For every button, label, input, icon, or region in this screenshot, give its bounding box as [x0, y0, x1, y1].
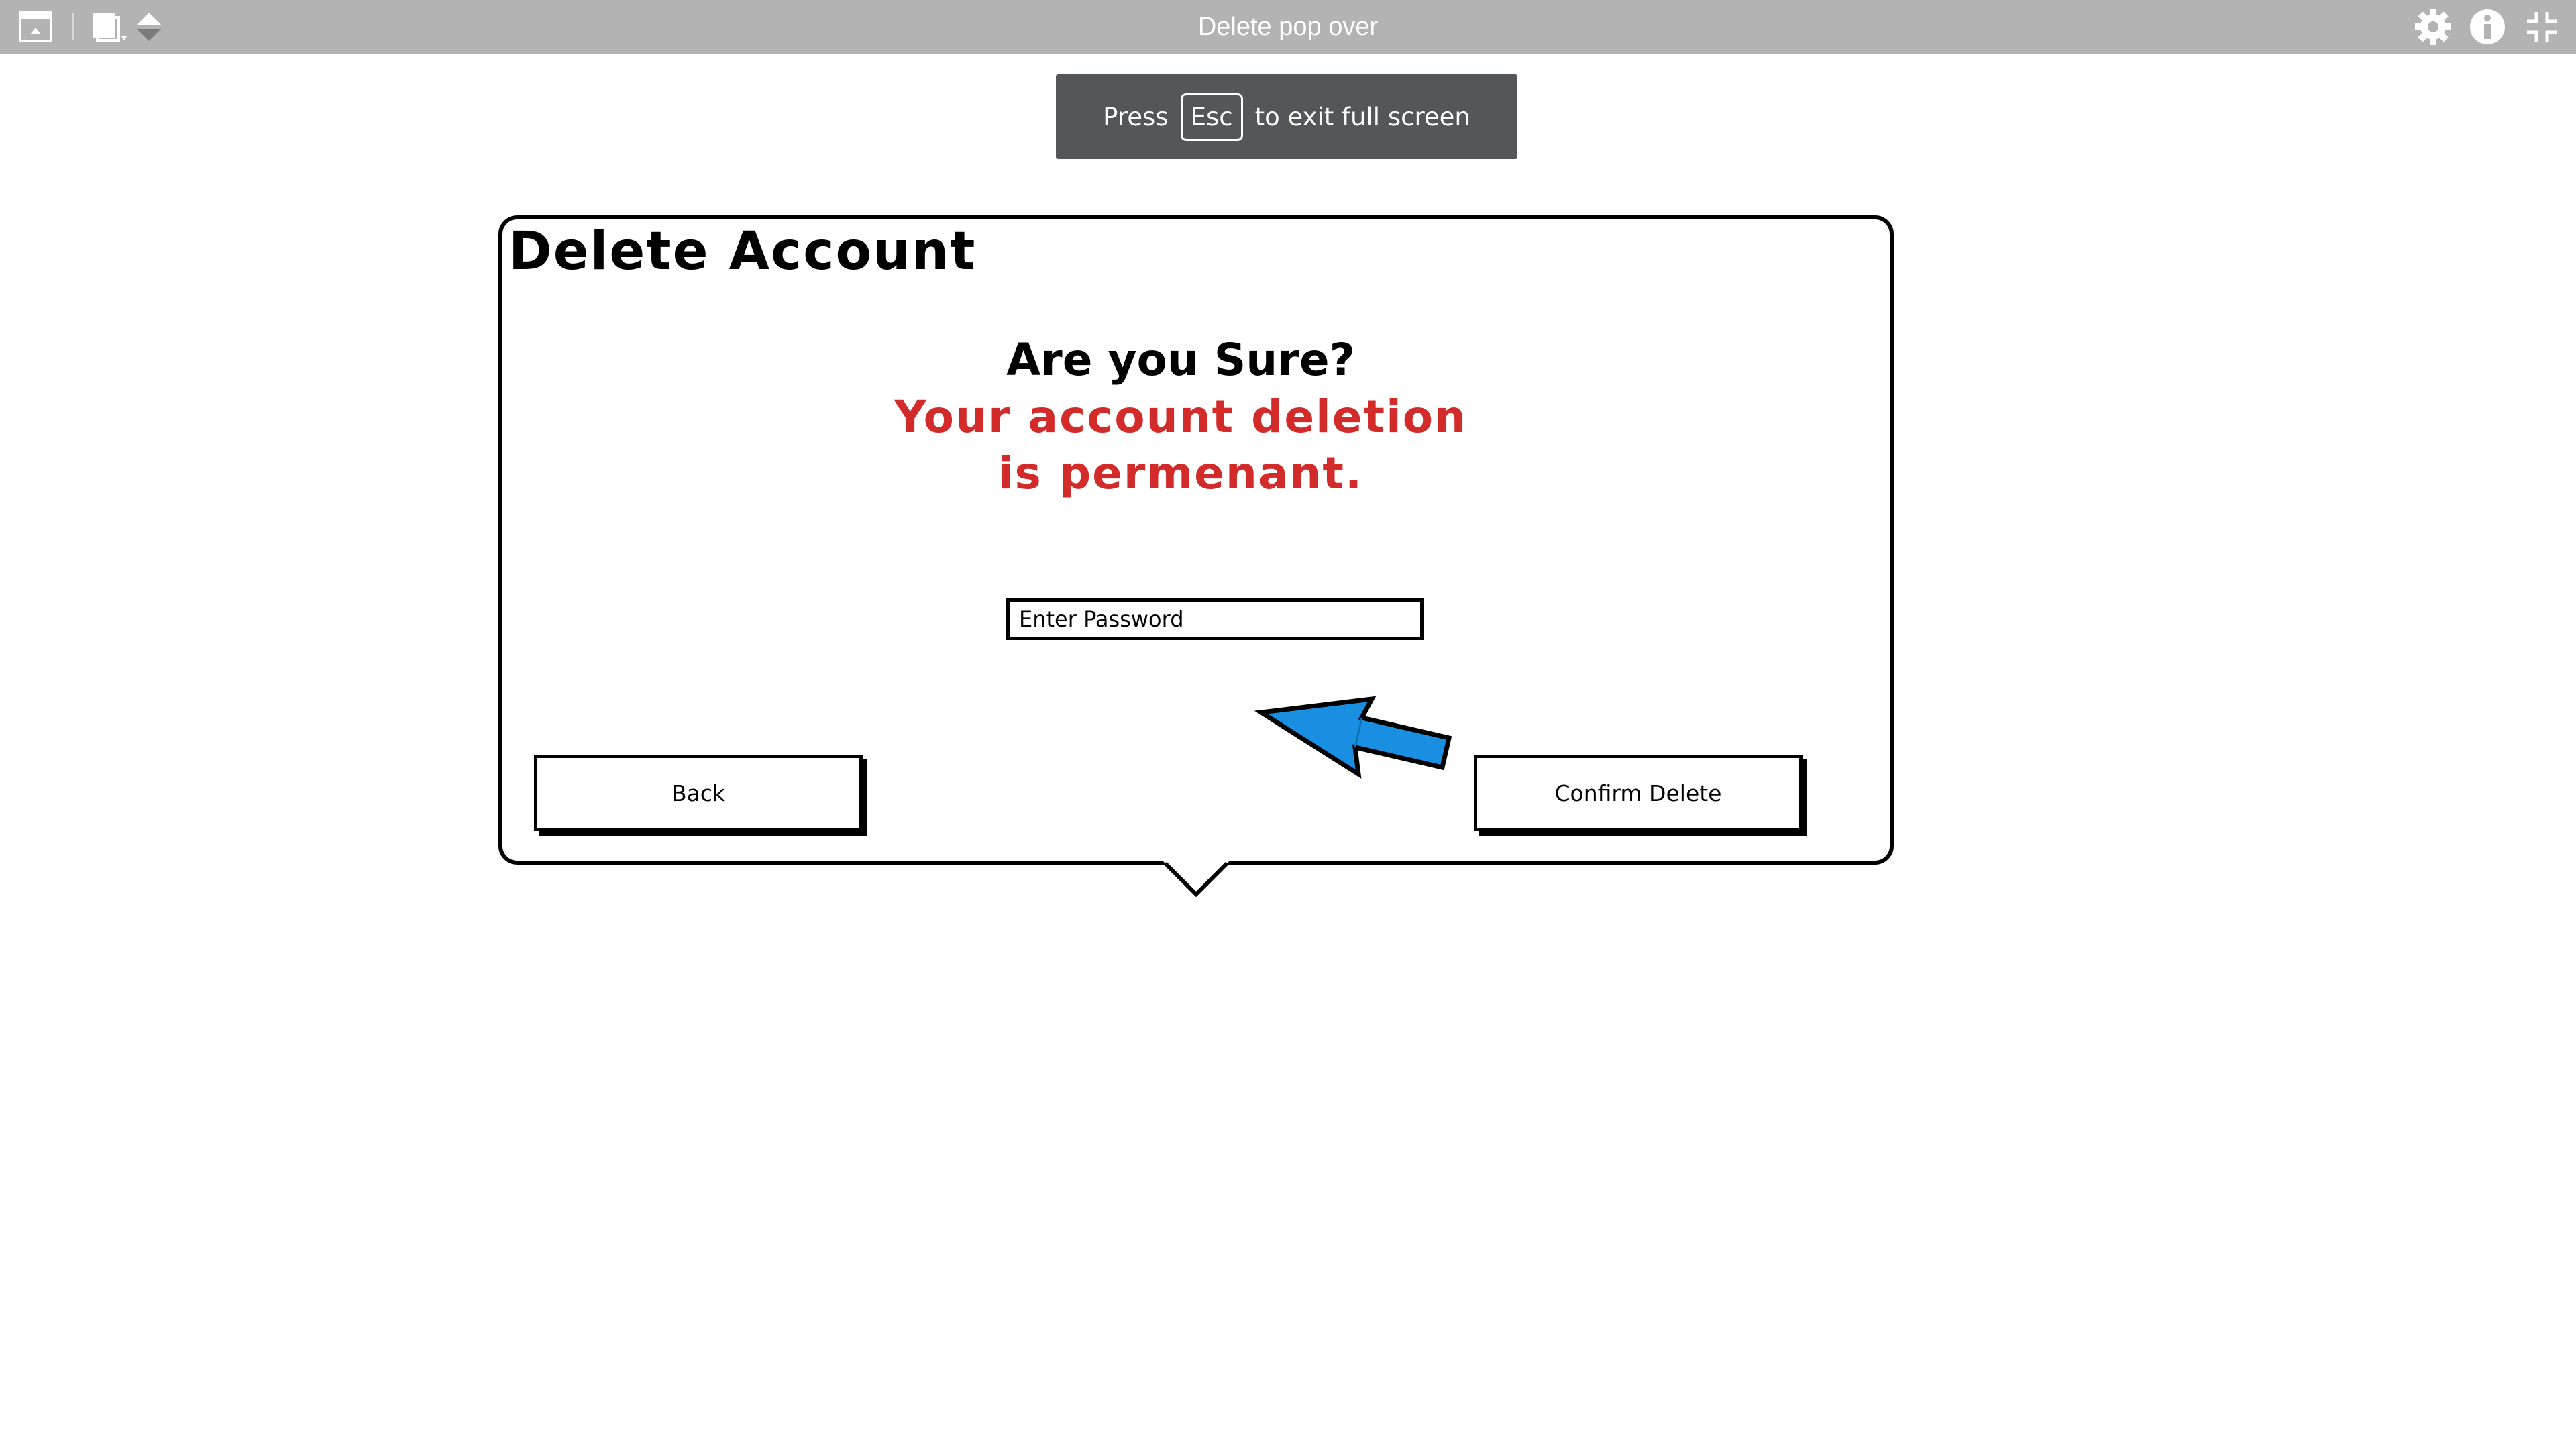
exit-fullscreen-icon[interactable] — [2522, 0, 2561, 54]
back-button-label: Back — [671, 780, 726, 806]
popover-pointer — [1163, 861, 1230, 898]
window-title: Delete pop over — [1197, 13, 1379, 41]
window-icon[interactable] — [17, 0, 54, 54]
arrow-annotation-icon — [1254, 696, 1452, 779]
pages-icon[interactable] — [90, 0, 130, 54]
confirm-delete-label: Confirm Delete — [1554, 780, 1722, 806]
confirm-delete-button[interactable]: Confirm Delete — [1474, 755, 1803, 831]
confirm-question: Are you Sure? — [1006, 334, 1355, 386]
back-button[interactable]: Back — [534, 755, 863, 831]
password-field[interactable] — [1006, 598, 1424, 640]
permanent-warning: Your account deletion is permenant. — [894, 391, 1468, 499]
esc-key-badge: Esc — [1180, 93, 1243, 141]
info-icon[interactable] — [2467, 0, 2508, 54]
gear-icon[interactable] — [2412, 0, 2454, 54]
popover-title: Delete Account — [508, 221, 977, 282]
sort-arrows-icon[interactable] — [133, 0, 165, 54]
fullscreen-toast: Press Esc to exit full screen — [1056, 74, 1517, 159]
title-bar: Delete pop over — [0, 0, 2576, 54]
toolbar-divider — [72, 13, 74, 40]
toast-suffix-text: to exit full screen — [1254, 102, 1470, 131]
toast-press-text: Press — [1103, 102, 1169, 131]
